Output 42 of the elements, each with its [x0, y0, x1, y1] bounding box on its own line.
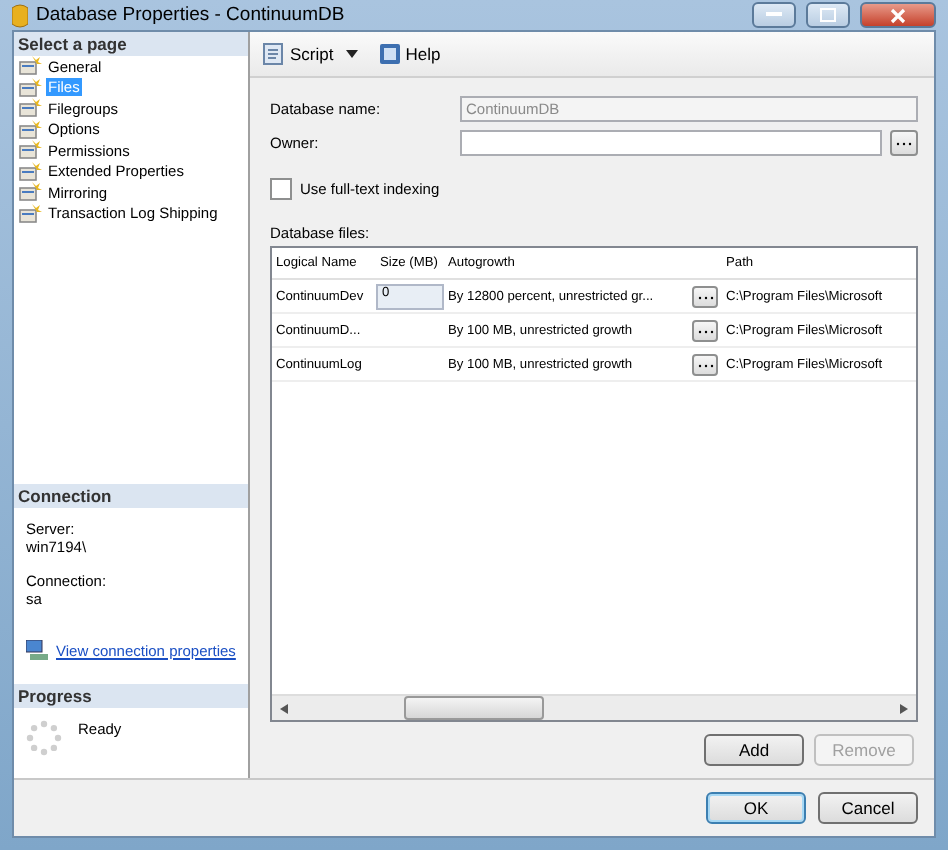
window-title: Database Properties - ContinuumDB — [36, 4, 347, 26]
page-icon — [18, 98, 42, 119]
browse-button[interactable] — [692, 285, 718, 307]
ellipsis-icon — [697, 293, 713, 299]
page-icon — [18, 140, 42, 161]
maximize-icon — [820, 8, 836, 22]
page-icon — [18, 119, 42, 140]
ellipsis-icon — [697, 327, 713, 333]
computer-icon — [26, 640, 48, 660]
checkbox[interactable] — [270, 178, 292, 200]
cancel-button[interactable]: Cancel — [818, 792, 918, 824]
minimize-icon — [766, 12, 782, 18]
browse-button[interactable] — [692, 353, 718, 375]
right-arrow-icon[interactable] — [900, 703, 908, 713]
ellipsis-icon — [697, 361, 713, 367]
section-header: Connection — [14, 484, 248, 508]
section-header: Progress — [14, 684, 248, 708]
spinner-icon — [26, 720, 62, 756]
script-icon — [262, 42, 286, 66]
left-arrow-icon[interactable] — [280, 703, 288, 713]
ok-button[interactable]: OK — [706, 792, 806, 824]
page-icon — [18, 77, 42, 98]
database-icon — [12, 3, 28, 27]
horizontal-scrollbar[interactable] — [272, 694, 916, 720]
minimize-button[interactable] — [752, 2, 796, 28]
section-header: Select a page — [14, 32, 248, 56]
close-icon — [890, 7, 906, 23]
ellipsis-icon — [896, 140, 912, 146]
page-icon — [18, 203, 42, 224]
browse-button[interactable] — [890, 130, 918, 156]
page-icon — [18, 161, 42, 182]
caret-icon — [345, 50, 358, 58]
page-icon — [18, 182, 42, 203]
browse-button[interactable] — [692, 319, 718, 341]
close-button[interactable] — [860, 2, 936, 28]
script-button[interactable]: Script — [258, 42, 362, 66]
owner-field[interactable] — [460, 130, 882, 156]
page-icon — [18, 56, 42, 77]
maximize-button[interactable] — [806, 2, 850, 28]
help-button[interactable]: Help — [373, 42, 445, 66]
add-button[interactable]: Add — [704, 734, 804, 766]
help-icon — [377, 42, 402, 66]
